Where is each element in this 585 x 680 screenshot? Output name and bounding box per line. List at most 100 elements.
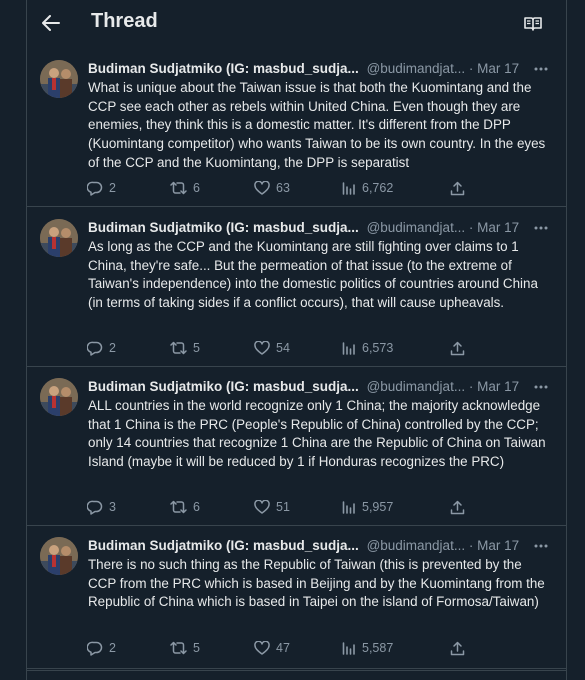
author-name[interactable]: Budiman Sudjatmiko (IG: masbud_sudja...	[88, 220, 359, 235]
tweet-header: Budiman Sudjatmiko (IG: masbud_sudja... …	[88, 378, 548, 396]
like-count: 51	[276, 500, 290, 514]
share-icon	[450, 341, 465, 355]
thread-tweet-3[interactable]: Budiman Sudjatmiko (IG: masbud_sudja... …	[27, 366, 566, 526]
like-button[interactable]: 47	[254, 639, 290, 657]
views-count: 6,573	[362, 341, 394, 355]
retweet-icon	[170, 641, 187, 655]
more-icon	[534, 385, 548, 389]
author-handle[interactable]: @budimandjat...	[367, 538, 466, 553]
author-handle[interactable]: @budimandjat...	[367, 61, 466, 76]
avatar-photo	[40, 378, 78, 416]
separator-dot: ·	[468, 379, 474, 394]
thread-tweet-1[interactable]: Budiman Sudjatmiko (IG: masbud_sudja... …	[27, 46, 566, 207]
views-icon	[342, 181, 355, 195]
tweet-actions: 2 5 47 5,587	[87, 639, 507, 657]
retweet-icon	[170, 181, 187, 195]
reply-count: 2	[109, 641, 116, 655]
share-button[interactable]	[450, 498, 465, 516]
avatar[interactable]	[40, 537, 78, 575]
thread-tweet-2[interactable]: Budiman Sudjatmiko (IG: masbud_sudja... …	[27, 206, 566, 367]
tweet-actions: 2 6 63 6,762	[87, 179, 507, 197]
share-icon	[450, 181, 465, 195]
avatar[interactable]	[40, 60, 78, 98]
reply-icon	[87, 641, 103, 656]
tweet-text: There is no such thing as the Republic o…	[88, 557, 545, 610]
separator-dot: ·	[468, 538, 474, 553]
retweet-button[interactable]: 6	[170, 498, 200, 516]
reply-button[interactable]: 3	[87, 498, 116, 516]
reply-button[interactable]: 2	[87, 179, 116, 197]
like-button[interactable]: 51	[254, 498, 290, 516]
author-handle[interactable]: @budimandjat...	[367, 379, 466, 394]
reply-count: 2	[109, 341, 116, 355]
retweet-count: 6	[193, 500, 200, 514]
views-button[interactable]: 6,573	[342, 339, 393, 357]
thread-tweet-4[interactable]: Budiman Sudjatmiko (IG: masbud_sudja... …	[27, 525, 566, 669]
like-button[interactable]: 63	[254, 179, 290, 197]
retweet-button[interactable]: 5	[170, 639, 200, 657]
retweet-count: 5	[193, 341, 200, 355]
tweet-actions: 2 5 54 6,573	[87, 339, 507, 357]
views-count: 6,762	[362, 181, 394, 195]
share-button[interactable]	[450, 339, 465, 357]
reply-icon	[87, 181, 103, 196]
views-icon	[342, 500, 355, 514]
avatar[interactable]	[40, 378, 78, 416]
tweet-actions: 3 6 51 5,957	[87, 498, 507, 516]
views-count: 5,957	[362, 500, 394, 514]
reply-button[interactable]: 2	[87, 639, 116, 657]
like-button[interactable]: 54	[254, 339, 290, 357]
tweet-header: Budiman Sudjatmiko (IG: masbud_sudja... …	[88, 537, 548, 555]
author-name[interactable]: Budiman Sudjatmiko (IG: masbud_sudja...	[88, 61, 359, 76]
reply-button[interactable]: 2	[87, 339, 116, 357]
share-icon	[450, 500, 465, 514]
views-button[interactable]: 5,957	[342, 498, 393, 516]
more-icon	[534, 67, 548, 71]
avatar[interactable]	[40, 219, 78, 257]
retweet-icon	[170, 500, 187, 514]
thread-header: Thread	[27, 0, 566, 46]
avatar-photo	[40, 219, 78, 257]
retweet-count: 5	[193, 641, 200, 655]
arrow-left-icon	[42, 15, 60, 31]
reply-count: 3	[109, 500, 116, 514]
share-icon	[450, 641, 465, 655]
reply-count: 2	[109, 181, 116, 195]
like-count: 47	[276, 641, 290, 655]
heart-icon	[254, 500, 270, 514]
tweet-date[interactable]: Mar 17	[477, 220, 519, 235]
author-name[interactable]: Budiman Sudjatmiko (IG: masbud_sudja...	[88, 538, 359, 553]
share-button[interactable]	[450, 639, 465, 657]
retweet-count: 6	[193, 181, 200, 195]
thread-column: Thread Budiman Sudjatmiko (IG: masbud_su…	[26, 0, 567, 680]
more-button[interactable]	[530, 378, 552, 396]
tweet-text: As long as the CCP and the Kuomintang ar…	[88, 239, 538, 311]
reader-mode-button[interactable]	[521, 11, 545, 35]
tweet-date[interactable]: Mar 17	[477, 538, 519, 553]
tweet-date[interactable]: Mar 17	[477, 61, 519, 76]
more-icon	[534, 226, 548, 230]
next-tweet-edge	[27, 670, 566, 680]
reply-icon	[87, 341, 103, 356]
views-count: 5,587	[362, 641, 394, 655]
views-button[interactable]: 6,762	[342, 179, 393, 197]
views-icon	[342, 341, 355, 355]
tweet-text: What is unique about the Taiwan issue is…	[88, 80, 546, 170]
more-button[interactable]	[530, 60, 552, 78]
retweet-icon	[170, 341, 187, 355]
share-button[interactable]	[450, 179, 465, 197]
more-button[interactable]	[530, 537, 552, 555]
tweet-header: Budiman Sudjatmiko (IG: masbud_sudja... …	[88, 60, 548, 78]
tweet-date[interactable]: Mar 17	[477, 379, 519, 394]
views-button[interactable]: 5,587	[342, 639, 393, 657]
author-name[interactable]: Budiman Sudjatmiko (IG: masbud_sudja...	[88, 379, 359, 394]
back-button[interactable]	[37, 9, 65, 37]
more-icon	[534, 544, 548, 548]
tweet-text: ALL countries in the world recognize onl…	[88, 398, 546, 470]
reply-icon	[87, 500, 103, 515]
separator-dot: ·	[468, 220, 474, 235]
retweet-button[interactable]: 6	[170, 179, 200, 197]
retweet-button[interactable]: 5	[170, 339, 200, 357]
more-button[interactable]	[530, 219, 552, 237]
author-handle[interactable]: @budimandjat...	[367, 220, 466, 235]
